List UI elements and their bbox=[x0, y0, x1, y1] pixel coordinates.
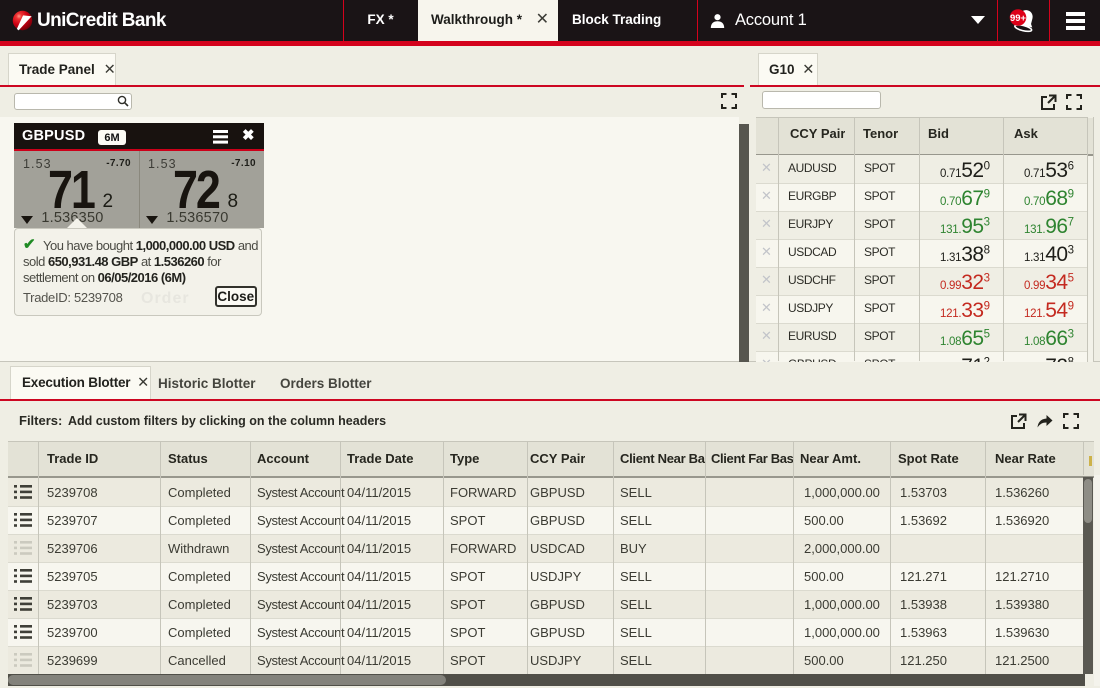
svg-text:99+: 99+ bbox=[1010, 13, 1027, 24]
